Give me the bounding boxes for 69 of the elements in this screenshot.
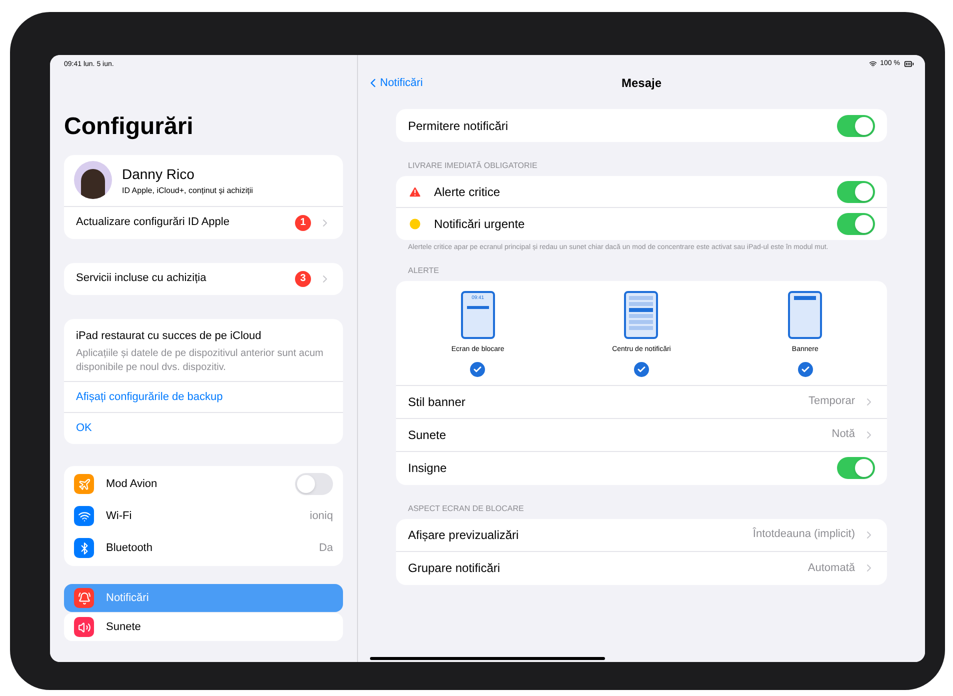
warning-icon: [408, 184, 422, 198]
check-icon[interactable]: [470, 362, 486, 376]
profile-row[interactable]: Danny Rico ID Apple, iCloud+, conținut și achiziții: [64, 154, 343, 206]
item-label: Notificări: [106, 590, 149, 606]
row-label: Permitere notificări: [408, 118, 510, 134]
toggle-switch[interactable]: [837, 180, 875, 202]
item-label: Wi-Fi: [106, 508, 133, 524]
sidebar-item[interactable]: Sunete: [64, 613, 343, 641]
back-button[interactable]: Notificări: [366, 74, 423, 92]
row-value: Întotdeauna (implicit): [752, 526, 855, 542]
plane-icon: [74, 474, 94, 494]
row-label: Grupare notificări: [408, 560, 502, 577]
section-header: ALERTE: [407, 265, 440, 277]
notification-center-drawing: [624, 291, 658, 339]
settings-row[interactable]: Actualizare configurări ID Apple 1: [64, 206, 343, 238]
ok-button[interactable]: OK: [64, 413, 343, 444]
row-label: Stil banner: [408, 394, 466, 410]
card-text: Aplicațiile și datele de pe dispozitivul anterior sunt acum disponibile pe noul dvs. dispozitiv.: [76, 347, 324, 375]
wifi-icon: [74, 506, 94, 526]
settings-row[interactable]: Stil banner Temporar: [396, 386, 887, 418]
item-value: ioniq: [310, 508, 333, 524]
row-label: Sunete: [408, 426, 448, 444]
row-label: Notificări urgente: [434, 216, 526, 233]
detail-title: Mesaje: [621, 75, 662, 92]
settings-row[interactable]: Alerte critice: [396, 176, 887, 208]
sidebar-item[interactable]: Wi-Fi ioniq: [64, 500, 343, 532]
settings-row[interactable]: Grupare notificări Automată: [396, 552, 887, 584]
speaker-icon: [74, 617, 94, 637]
row-label: Afișare previzualizări: [408, 526, 520, 544]
settings-row[interactable]: Notificări urgente: [396, 208, 887, 240]
backup-link[interactable]: Afișați configurările de backup: [64, 382, 343, 413]
item-label: Mod Avion: [106, 476, 158, 492]
item-label: Bluetooth: [106, 540, 154, 556]
toggle-switch[interactable]: [837, 213, 875, 235]
sidebar-item[interactable]: Bluetooth Da: [64, 532, 343, 564]
row-value: Temporar: [808, 394, 855, 410]
profile-name: Danny Rico: [122, 164, 196, 184]
notification-badge: 1: [295, 214, 311, 230]
row-value: Notă: [832, 427, 855, 442]
row-label: Insigne: [408, 460, 448, 477]
card-title: iPad restaurat cu succes de pe iCloud: [76, 328, 262, 344]
notification-badge: 3: [295, 270, 311, 286]
settings-row[interactable]: Permitere notificări: [396, 109, 887, 142]
toggle-switch[interactable]: [837, 457, 875, 479]
check-icon[interactable]: [634, 362, 649, 376]
avatar: [74, 161, 112, 199]
bluetooth-icon: [74, 538, 94, 558]
battery-icon: [903, 59, 915, 69]
banner-drawing: [788, 291, 822, 339]
row-label: Actualizare configurări ID Apple: [76, 215, 230, 230]
settings-row[interactable]: Insigne: [396, 452, 887, 484]
page-title: Configurări: [64, 114, 194, 138]
check-icon[interactable]: [798, 362, 813, 376]
item-value: Da: [318, 540, 333, 556]
wifi-icon: [869, 60, 878, 68]
settings-row[interactable]: Sunete Notă: [396, 418, 887, 452]
section-header: ASPECT ECRAN DE BLOCARE: [407, 502, 525, 514]
settings-row[interactable]: Afișare previzualizări Întotdeauna (implicit): [396, 518, 887, 552]
profile-subtitle: ID Apple, iCloud+, conținut și achiziții: [122, 184, 253, 196]
toggle-switch[interactable]: [837, 114, 875, 136]
row-label: Servicii incluse cu achiziția: [76, 271, 208, 286]
row-value: Automată: [808, 560, 855, 576]
item-label: Sunete: [106, 620, 141, 635]
sidebar-item[interactable]: Mod Avion: [64, 468, 343, 500]
row-label: Alerte critice: [434, 184, 502, 200]
section-header: LIVRARE IMEDIATĂ OBLIGATORIE: [407, 160, 538, 172]
toggle-switch[interactable]: [295, 473, 333, 495]
bell-icon: [74, 588, 94, 608]
settings-row[interactable]: Servicii incluse cu achiziția 3: [64, 262, 343, 294]
